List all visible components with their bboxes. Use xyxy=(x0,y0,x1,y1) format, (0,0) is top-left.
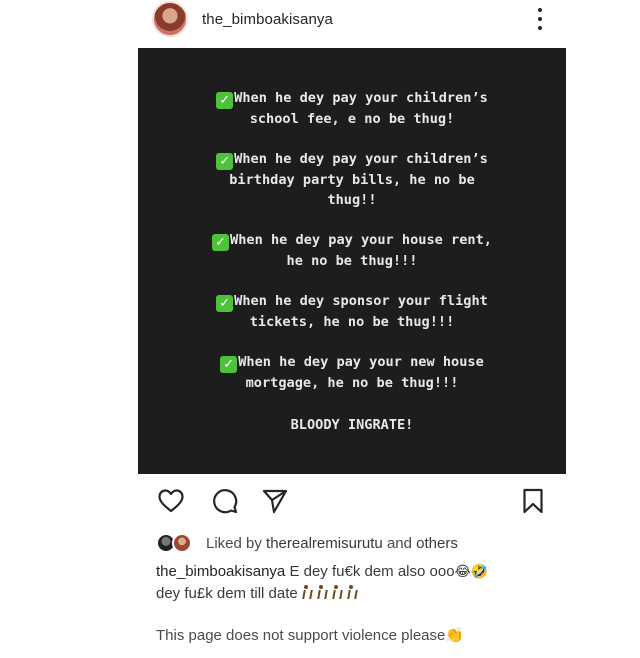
walking-person-emoji-icon xyxy=(317,585,325,599)
caption-line-2: dey fu£k dem till date xyxy=(156,583,576,605)
post-username[interactable]: the_bimboakisanya xyxy=(202,11,333,28)
rolling-laughing-emoji-icon: 🤣 xyxy=(470,563,489,579)
caption-author[interactable]: the_bimboakisanya xyxy=(156,563,285,580)
check-icon: ✓ xyxy=(216,91,234,109)
likes-others-link[interactable]: others xyxy=(416,535,458,552)
image-text-line: ✓ When he dey pay your house rent, he no … xyxy=(212,230,492,271)
liker-username[interactable]: therealremisurutu xyxy=(266,535,383,552)
comment-bubble-icon[interactable] xyxy=(210,486,240,516)
liker-avatars xyxy=(156,532,200,554)
liked-by-text: Liked by therealremisurutu and others xyxy=(206,534,458,552)
comment-line: This page does not support violence plea… xyxy=(156,626,464,644)
check-icon: ✓ xyxy=(220,355,238,373)
caption: the_bimboakisanya E dey fu€k dem also oo… xyxy=(156,560,576,605)
check-icon: ✓ xyxy=(216,152,234,170)
action-bar xyxy=(152,486,564,518)
image-text-line: ✓ When he dey pay your new house mortgage… xyxy=(220,352,484,393)
avatar[interactable] xyxy=(152,1,188,37)
heart-icon[interactable] xyxy=(156,486,186,516)
bookmark-icon[interactable] xyxy=(518,486,548,516)
caption-line-1: the_bimboakisanya E dey fu€k dem also oo… xyxy=(156,560,576,583)
check-icon: ✓ xyxy=(212,233,230,251)
paper-plane-icon[interactable] xyxy=(260,486,290,516)
laughing-emoji-icon: 😂 xyxy=(454,563,471,579)
post-image[interactable]: ✓ When he dey pay your children’s school … xyxy=(138,48,566,474)
liked-by-row[interactable]: Liked by therealremisurutu and others xyxy=(156,532,458,554)
clapping-hands-emoji-icon: 👏 xyxy=(445,627,465,644)
image-closing-text: BLOODY INGRATE! xyxy=(290,416,414,433)
check-icon: ✓ xyxy=(216,294,234,312)
image-text-line: ✓ When he dey pay your children’s school … xyxy=(216,88,488,129)
avatar xyxy=(172,533,192,553)
more-vertical-icon[interactable] xyxy=(530,8,550,30)
caption-text: E dey fu€k dem also ooo xyxy=(289,563,455,580)
image-text-line: ✓ When he dey sponsor your flight tickets… xyxy=(216,291,488,332)
walking-person-emoji-icon xyxy=(332,585,340,599)
walking-person-emoji-icon xyxy=(302,585,310,599)
post-header: the_bimboakisanya xyxy=(152,0,564,38)
walking-person-emoji-icon xyxy=(347,585,355,599)
image-text-line: ✓ When he dey pay your children’s birthda… xyxy=(216,149,488,210)
comment-text: This page does not support violence plea… xyxy=(156,627,446,644)
caption-text: dey fu£k dem till date xyxy=(156,585,298,602)
